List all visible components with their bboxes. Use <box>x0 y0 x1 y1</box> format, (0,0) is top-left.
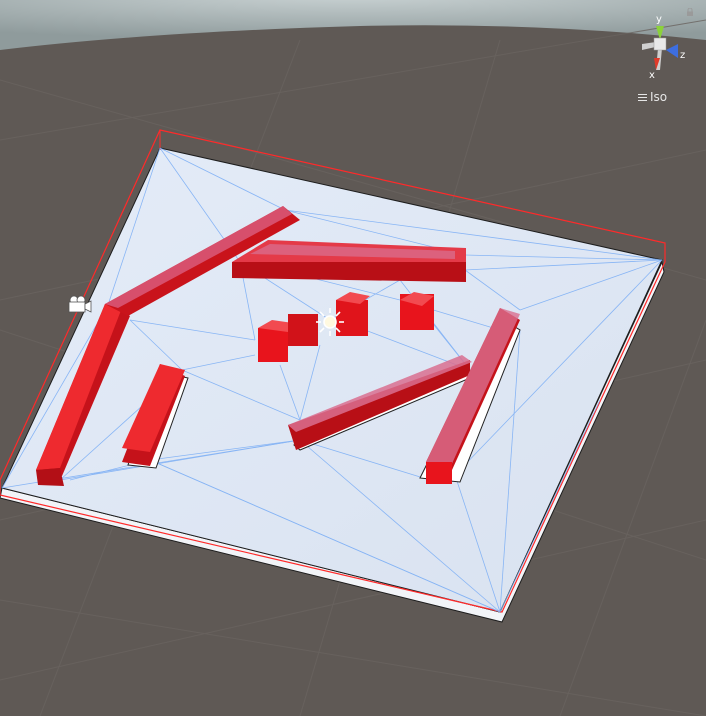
gizmo-center-cube[interactable] <box>653 37 667 51</box>
gizmo-z-axis[interactable] <box>666 44 678 58</box>
menu-icon <box>638 92 647 103</box>
cube-2 <box>288 314 318 346</box>
gizmo-y-label: y <box>656 14 662 25</box>
lock-icon[interactable] <box>686 8 694 16</box>
gizmo-x-label: x <box>649 70 655 81</box>
wall-right-front <box>426 462 452 484</box>
cube-1 <box>258 328 288 362</box>
cube-3 <box>336 300 368 336</box>
gizmo-z-label: z <box>680 50 685 61</box>
sky-horizon <box>0 0 706 50</box>
directional-light-icon[interactable] <box>316 308 344 336</box>
scene-viewport[interactable] <box>0 0 706 716</box>
camera-icon[interactable] <box>68 295 92 313</box>
wall-left-front <box>36 468 64 486</box>
projection-toggle[interactable]: Iso <box>638 90 667 104</box>
projection-label: Iso <box>650 90 668 104</box>
